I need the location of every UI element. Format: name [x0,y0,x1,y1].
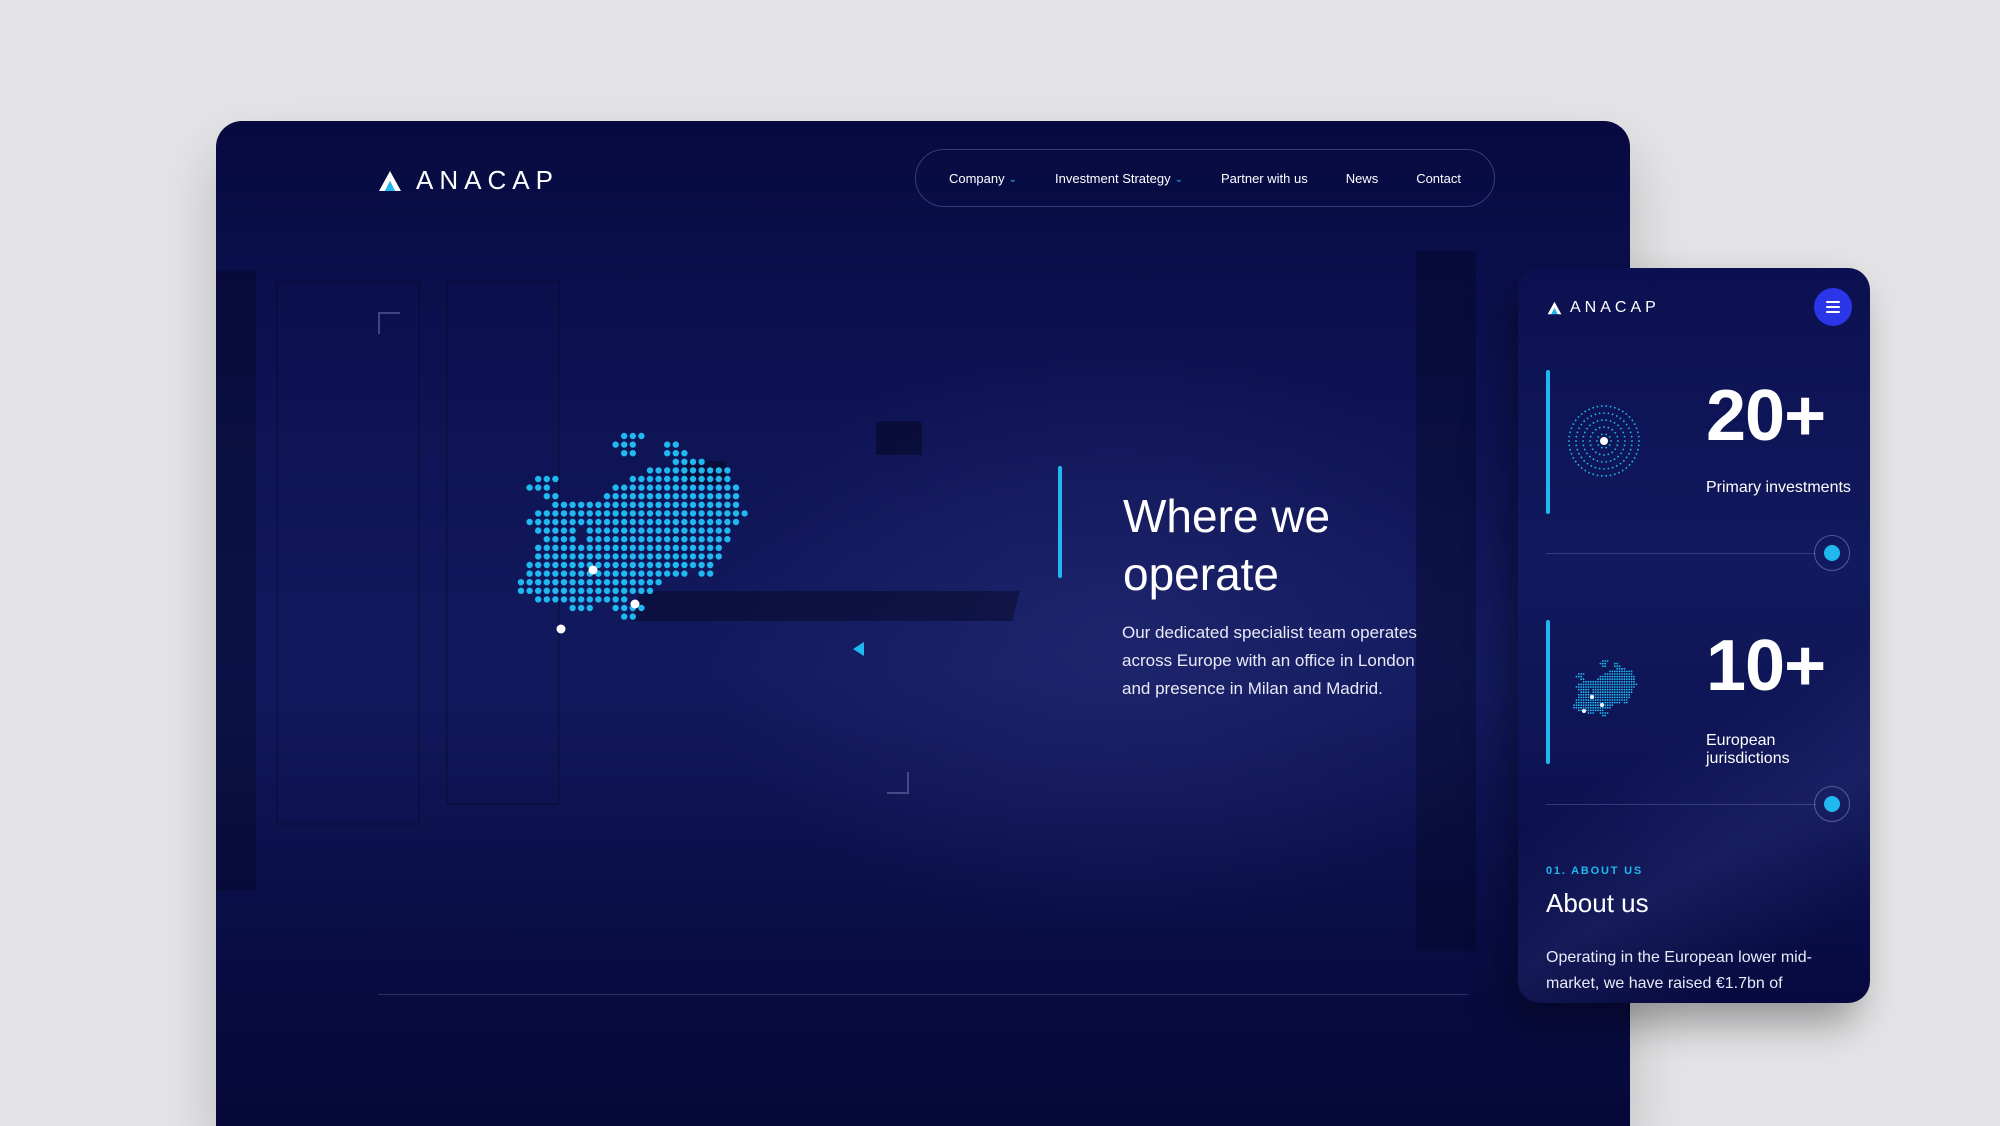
logo-wordmark: ANACAP [1570,299,1660,316]
anacap-logo-icon [379,170,401,191]
nav-item-label: Partner with us [1221,170,1308,186]
frame-corner [378,312,400,334]
stat-accent-bar [1546,370,1550,514]
nav-item-company[interactable]: Company ⌄ [949,171,1017,186]
frame-corner [887,772,909,794]
nav-item-partner-with-us[interactable]: Partner with us [1221,171,1308,186]
office-marker-london [588,565,598,575]
nav-item-label: News [1345,170,1379,186]
background-lamp [876,421,922,455]
stat-label: Primary investments [1706,479,1851,496]
menu-line [1826,311,1840,313]
carousel-dot-button[interactable] [1814,535,1850,571]
mobile-site-logo[interactable]: ANACAP [1547,299,1660,317]
nav-item-label: Investment Strategy [1055,170,1171,186]
stat-divider [1546,804,1816,805]
stat-value: 20+ [1706,376,1826,456]
logo-wordmark: ANACAP [416,165,559,195]
section-title: About us [1546,888,1649,918]
chevron-down-icon: ⌄ [1174,173,1184,185]
stat-label: European jurisdictions [1706,732,1790,767]
chevron-down-icon: ⌄ [1008,173,1018,185]
nav-item-contact[interactable]: Contact [1416,171,1461,186]
office-marker-madrid [556,624,566,634]
mobile-site-preview: ANACAP 20+ Primary investments 10+ Europ… [1518,268,1870,1003]
dot-indicator [1824,545,1840,561]
hero-description: Our dedicated specialist team operates a… [1122,623,1417,698]
dot-indicator [1824,796,1840,812]
globe-dots-icon [1568,405,1640,477]
hamburger-menu-button[interactable] [1814,288,1852,326]
europe-dot-map [517,432,748,634]
section-kicker: 01. ABOUT US [1546,865,1643,877]
nav-item-label: Company [948,170,1005,186]
accent-bar [1058,466,1062,578]
desktop-site-preview: ANACAP Company ⌄ Investment Strategy ⌄ P… [216,121,1630,1126]
section-divider [378,994,1468,995]
nav-item-investment-strategy[interactable]: Investment Strategy ⌄ [1055,171,1183,186]
menu-line [1826,306,1840,308]
stat-accent-bar [1546,620,1550,764]
section-body: Operating in the European lower mid-mark… [1546,949,1812,992]
office-marker-milan [630,599,640,609]
background-window [276,281,420,825]
stat-divider [1546,553,1816,554]
hero-title: Where we operate [1123,489,1331,600]
play-triangle-icon[interactable] [853,642,864,656]
nav-item-news[interactable]: News [1346,171,1379,186]
menu-line [1826,301,1840,303]
carousel-dot-button[interactable] [1814,786,1850,822]
europe-map-icon [1573,660,1638,717]
main-navigation: Company ⌄ Investment Strategy ⌄ Partner … [915,149,1495,207]
anacap-logo-icon [1547,301,1562,315]
stat-value: 10+ [1706,626,1826,706]
site-logo[interactable]: ANACAP [378,165,559,196]
background-pillar [216,271,256,891]
nav-item-label: Contact [1416,170,1461,186]
